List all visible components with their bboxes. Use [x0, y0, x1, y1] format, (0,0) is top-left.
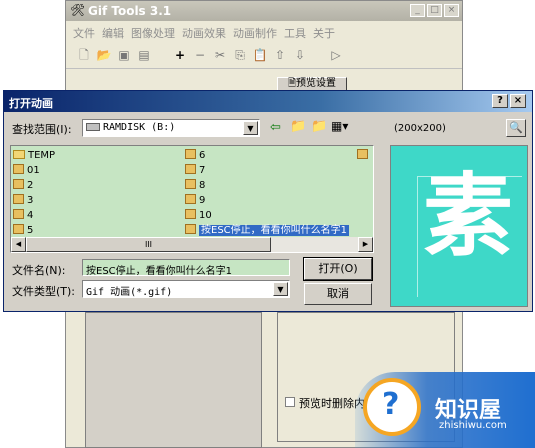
- new-file-icon[interactable]: 🗋: [76, 47, 92, 63]
- maximize-button[interactable]: □: [427, 4, 442, 17]
- gif-tools-title: Gif Tools 3.1: [88, 4, 172, 18]
- move-up-icon[interactable]: ⇧: [272, 47, 288, 63]
- move-down-icon[interactable]: ⇩: [292, 47, 308, 63]
- list-item[interactable]: 9: [185, 194, 205, 207]
- menu-edit[interactable]: 编辑: [102, 25, 124, 41]
- add-frame-icon[interactable]: +: [172, 47, 188, 63]
- gif-file-icon: [357, 149, 368, 159]
- gif-file-icon: [185, 194, 196, 204]
- remove-frame-icon[interactable]: −: [192, 47, 208, 63]
- back-arrow-icon[interactable]: ⇦: [270, 120, 281, 135]
- list-item[interactable]: 3: [13, 194, 33, 207]
- list-item[interactable]: 5: [13, 224, 33, 237]
- checkbox-box[interactable]: [285, 397, 295, 407]
- folder-icon: [13, 150, 25, 159]
- list-item[interactable]: 01: [13, 164, 40, 177]
- close-button[interactable]: ×: [444, 4, 459, 17]
- filename-label: 文件名(N):: [12, 264, 66, 277]
- menu-tools[interactable]: 工具: [284, 25, 306, 41]
- dialog-close-button[interactable]: ×: [510, 94, 526, 108]
- list-item[interactable]: TEMP: [13, 149, 55, 162]
- filename-value: 按ESC停止，看看你叫什么名字1: [86, 266, 233, 277]
- filename-input[interactable]: 按ESC停止，看看你叫什么名字1: [82, 259, 290, 277]
- gif-file-icon: [13, 209, 24, 219]
- lookin-label: 查找范围(I):: [12, 123, 72, 136]
- gif-tools-title-bar: 🛠 Gif Tools 3.1 _ □ ×: [66, 1, 462, 21]
- open-folder-icon[interactable]: 📂: [96, 47, 112, 63]
- gif-tools-menu-bar: 文件 编辑 图像处理 动画效果 动画制作 工具 关于: [66, 22, 462, 40]
- filetype-label: 文件类型(T):: [12, 285, 76, 298]
- gif-file-icon: [185, 179, 196, 189]
- gif-file-icon: [13, 179, 24, 189]
- list-item[interactable]: 7: [185, 164, 205, 177]
- new-folder-icon[interactable]: 📁: [311, 119, 327, 134]
- menu-image[interactable]: 图像处理: [131, 25, 175, 41]
- watermark-url: zhishiwu.com: [439, 420, 507, 431]
- scroll-thumb[interactable]: III: [26, 237, 271, 252]
- dialog-title: 打开动画: [9, 97, 53, 110]
- filetype-value: Gif 动画(*.gif): [86, 287, 173, 298]
- gif-file-icon: [185, 149, 196, 159]
- menu-file[interactable]: 文件: [73, 25, 95, 41]
- copy-icon[interactable]: ⎘: [232, 47, 248, 63]
- gif-file-icon: [185, 224, 196, 234]
- preview-settings-button[interactable]: 🗎预览设置: [277, 77, 347, 91]
- gif-file-icon: [13, 194, 24, 204]
- gif-file-icon: [185, 209, 196, 219]
- save-icon[interactable]: ▣: [116, 47, 132, 63]
- list-item-selected[interactable]: 按ESC停止，看看你叫什么名字1: [185, 224, 350, 237]
- up-folder-icon[interactable]: 📁: [290, 119, 306, 134]
- chevron-down-icon[interactable]: ▼: [273, 282, 288, 296]
- lookin-dropdown[interactable]: RAMDISK (B:) ▼: [82, 119, 260, 137]
- menu-animation[interactable]: 动画制作: [233, 25, 277, 41]
- view-menu-icon[interactable]: ▦▾: [331, 119, 348, 133]
- play-icon[interactable]: ▷: [328, 47, 344, 63]
- watermark-logo-icon: ?: [363, 378, 421, 436]
- scroll-right-icon[interactable]: ▶: [358, 237, 373, 252]
- minimize-button[interactable]: _: [410, 4, 425, 17]
- list-item[interactable]: 2: [13, 179, 33, 192]
- preview-size-label: (200x200): [394, 123, 446, 134]
- frames-panel: [85, 312, 262, 448]
- list-item[interactable]: 8: [185, 179, 205, 192]
- open-button[interactable]: 打开(O): [303, 257, 373, 281]
- paste-icon[interactable]: 📋: [252, 47, 268, 63]
- list-item[interactable]: 4: [13, 209, 33, 222]
- lookin-value: RAMDISK (B:): [103, 122, 176, 133]
- preview-character: 素: [423, 164, 513, 269]
- list-item[interactable]: 10: [185, 209, 212, 222]
- preview-settings-label: 预览设置: [296, 78, 337, 89]
- gif-tools-toolbar: 🗋 📂 ▣ ▤ + − ✂ ⎘ 📋 ⇧ ⇩ ▷: [66, 42, 462, 69]
- horizontal-scrollbar[interactable]: ◀ III ▶: [11, 237, 373, 252]
- gif-file-icon: [13, 224, 24, 234]
- watermark: ? 知识屋 zhishiwu.com: [355, 372, 535, 448]
- gif-file-icon: [13, 164, 24, 174]
- help-button[interactable]: ?: [492, 94, 508, 108]
- animation-preview: 素: [390, 145, 528, 307]
- cut-icon[interactable]: ✂: [212, 47, 228, 63]
- tools-app-icon: 🛠: [70, 3, 86, 17]
- cancel-button[interactable]: 取消: [304, 283, 372, 305]
- gif-file-icon: [185, 164, 196, 174]
- menu-about[interactable]: 关于: [313, 25, 335, 41]
- filetype-dropdown[interactable]: Gif 动画(*.gif) ▼: [82, 280, 290, 298]
- zoom-button[interactable]: 🔍: [506, 119, 526, 137]
- list-item[interactable]: 6: [185, 149, 205, 162]
- drive-icon: [86, 123, 100, 131]
- dialog-title-bar: 打开动画 ? ×: [4, 91, 532, 112]
- menu-effects[interactable]: 动画效果: [182, 25, 226, 41]
- preview-settings-icon: 🗎: [287, 78, 297, 89]
- magnifier-icon: 🔍: [509, 121, 523, 134]
- chevron-down-icon[interactable]: ▼: [243, 121, 258, 135]
- scroll-left-icon[interactable]: ◀: [11, 237, 26, 252]
- save-all-icon[interactable]: ▤: [136, 47, 152, 63]
